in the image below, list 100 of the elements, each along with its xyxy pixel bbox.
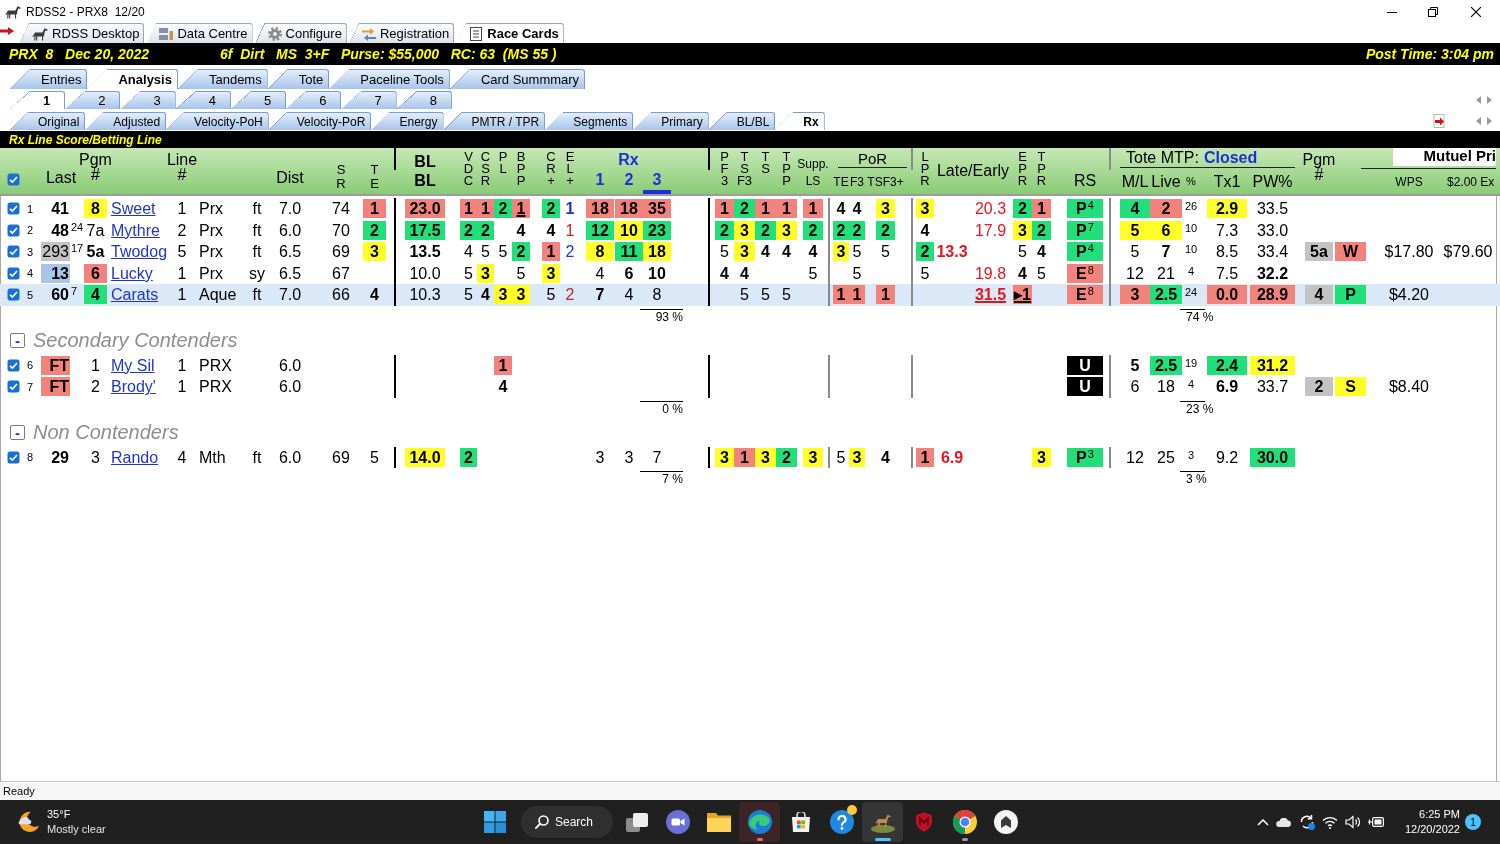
row-number: 5 bbox=[25, 288, 35, 301]
tab[interactable]: Registration bbox=[349, 23, 455, 43]
table-cell-text: 1 bbox=[564, 220, 576, 240]
table-cell-text: 10 bbox=[1183, 243, 1199, 255]
column-header: L P R bbox=[920, 148, 930, 187]
table-row[interactable]: 1 41 8 Sweet 1 Prx ft 7.0 74 1 23.0 1 1 2 1 2 1 18 18 35 1 2 1 1 1 4 4 3 3 20.3 2 1 P$^{4}$ 4 2 26 2.9 33.5 bbox=[0, 198, 1500, 220]
taskbar-button[interactable] bbox=[739, 802, 780, 842]
horse-name-link[interactable]: Twodog bbox=[111, 242, 168, 262]
restore-icon[interactable] bbox=[1428, 6, 1438, 17]
table-cell-text: 67 bbox=[331, 263, 351, 283]
tab[interactable]: Segments bbox=[545, 112, 634, 130]
table-row[interactable]: 6 FT 1 My Sil 1 PRX 6.0 1 U 5 2.5 19 2.4 31.2 bbox=[0, 354, 1500, 376]
horse-name-link[interactable]: Brody' bbox=[111, 377, 156, 397]
table-cell: 2.9 bbox=[1207, 199, 1247, 219]
table-cell-text: 1 bbox=[176, 285, 188, 305]
sync-icon[interactable] bbox=[1298, 814, 1315, 830]
horse-name-link[interactable]: Sweet bbox=[111, 199, 156, 219]
tab[interactable]: Tote bbox=[267, 69, 330, 89]
tab[interactable]: 5 bbox=[230, 91, 287, 109]
tab[interactable]: Configure bbox=[255, 23, 347, 43]
checkbox[interactable] bbox=[6, 358, 20, 372]
notification-badge[interactable]: 1 bbox=[1465, 814, 1481, 830]
column-header: Rx bbox=[618, 150, 639, 170]
scroll-left-icon[interactable] bbox=[1476, 117, 1481, 125]
checkbox[interactable] bbox=[6, 288, 20, 302]
table-cell-text: 5 bbox=[1129, 242, 1141, 262]
horse-name-link[interactable]: Rando bbox=[111, 447, 159, 467]
tab[interactable]: 3 bbox=[120, 91, 176, 109]
tab[interactable]: Entries bbox=[10, 69, 88, 89]
column-header: Tx1 bbox=[1213, 173, 1241, 191]
table-cell-text: 4 bbox=[719, 263, 730, 283]
cloud-icon[interactable] bbox=[1275, 817, 1292, 827]
checkbox[interactable] bbox=[6, 245, 20, 259]
search-button[interactable]: Search bbox=[521, 806, 613, 838]
tab[interactable]: 4 bbox=[175, 91, 231, 109]
taskbar-button[interactable] bbox=[862, 802, 903, 842]
tab[interactable]: Adjusted bbox=[85, 112, 167, 130]
tab[interactable]: 6 bbox=[286, 91, 342, 109]
checkbox[interactable] bbox=[6, 380, 20, 394]
checkbox[interactable] bbox=[6, 266, 20, 280]
table-cell: 31.2 bbox=[1250, 355, 1295, 375]
tab[interactable]: 8 bbox=[396, 91, 452, 109]
battery-plug-icon[interactable] bbox=[1367, 817, 1384, 827]
column-header: E P R bbox=[1017, 148, 1028, 187]
scroll-right-icon[interactable] bbox=[1487, 96, 1492, 104]
document-arrow-icon[interactable] bbox=[1432, 114, 1446, 128]
tab[interactable]: Tandems bbox=[177, 69, 268, 89]
total-percent: 7 % bbox=[662, 472, 683, 486]
table-cell-text: 2 bbox=[564, 285, 576, 305]
horse-name-link[interactable]: Mythre bbox=[111, 220, 160, 240]
table-cell: 2 bbox=[734, 199, 755, 219]
tab[interactable]: Paceline Tools bbox=[329, 69, 450, 89]
horse-name-link[interactable]: Carats bbox=[111, 285, 159, 305]
table-row[interactable]: 7 FT 2 Brody' 1 PRX 6.0 4 U 6 18 4 6.9 33.7 2 S $8.40 bbox=[0, 376, 1500, 398]
checkbox[interactable] bbox=[6, 202, 20, 216]
scroll-left-icon[interactable] bbox=[1476, 96, 1481, 104]
tab[interactable]: Velocity-PoH bbox=[166, 112, 269, 130]
horse-name-link[interactable]: Lucky bbox=[111, 263, 153, 283]
table-cell: 12 bbox=[586, 220, 614, 240]
table-cell-text: 6.0 bbox=[277, 355, 303, 375]
checkbox[interactable] bbox=[6, 223, 20, 237]
tab[interactable]: Original bbox=[10, 112, 86, 130]
tab[interactable]: Race Cards bbox=[457, 23, 564, 43]
table-cell-text: 5 bbox=[851, 242, 863, 262]
collapse-button[interactable]: - bbox=[10, 425, 25, 440]
checkbox[interactable] bbox=[6, 450, 20, 464]
shopping-bag-icon bbox=[791, 812, 810, 832]
tab[interactable]: Data Centre bbox=[147, 23, 253, 43]
tab[interactable]: PMTR / TPR bbox=[443, 112, 546, 130]
tab[interactable]: Rx bbox=[775, 112, 825, 130]
tab[interactable]: 1 bbox=[10, 91, 66, 109]
server-icon bbox=[159, 26, 174, 41]
speaker-icon[interactable] bbox=[1344, 815, 1361, 829]
horse-name-link[interactable]: My Sil bbox=[111, 355, 155, 375]
table-cell: 2.5 bbox=[1150, 285, 1182, 305]
tab[interactable]: Energy bbox=[371, 112, 444, 130]
tab[interactable]: Card Summmary bbox=[449, 69, 586, 89]
tab[interactable]: RDSS Desktop bbox=[20, 23, 145, 43]
tab[interactable]: Analysis bbox=[87, 69, 178, 89]
tab[interactable]: Primary bbox=[633, 112, 709, 130]
tab[interactable]: 2 bbox=[65, 91, 121, 109]
tab[interactable]: Velocity-PoR bbox=[268, 112, 372, 130]
table-cell-text: 7 bbox=[651, 447, 663, 467]
table-cell-text: 19.8 bbox=[973, 263, 1008, 283]
table-cell-text: 7.3 bbox=[1214, 220, 1240, 240]
wifi-icon[interactable] bbox=[1321, 815, 1338, 829]
tab[interactable]: BL/BL bbox=[708, 112, 776, 130]
table-cell-text: ft bbox=[251, 220, 263, 240]
tab[interactable]: 7 bbox=[341, 91, 397, 109]
table-row[interactable]: 8 29 3 Rando 4 Mth ft 6.0 69 5 14.0 2 3 3 7 3 1 3 2 3 5 3 4 1 6.9 3 P$^{3}$ 12 25 3 9.2 30.0 bbox=[0, 446, 1500, 468]
table-cell-text: 1 bbox=[176, 355, 188, 375]
collapse-button[interactable]: - bbox=[10, 333, 25, 348]
table-row[interactable]: 4 13 6 Lucky 1 Prx sy 6.5 67 10.0 5 3 5 3 4 6 10 4 4 5 5 5 19.8 4 5 E$^{8}$ 12 21 4 7.5 32.2 bbox=[0, 262, 1500, 284]
table-cell-text: 3 bbox=[90, 447, 101, 467]
table-cell: P$^{3}$ bbox=[1067, 447, 1103, 467]
chevron-up-icon[interactable] bbox=[1256, 818, 1269, 826]
scroll-right-icon[interactable] bbox=[1487, 117, 1492, 125]
checkbox[interactable] bbox=[6, 173, 20, 186]
table-cell-text: ft bbox=[251, 285, 263, 305]
close-icon[interactable] bbox=[1471, 6, 1481, 17]
